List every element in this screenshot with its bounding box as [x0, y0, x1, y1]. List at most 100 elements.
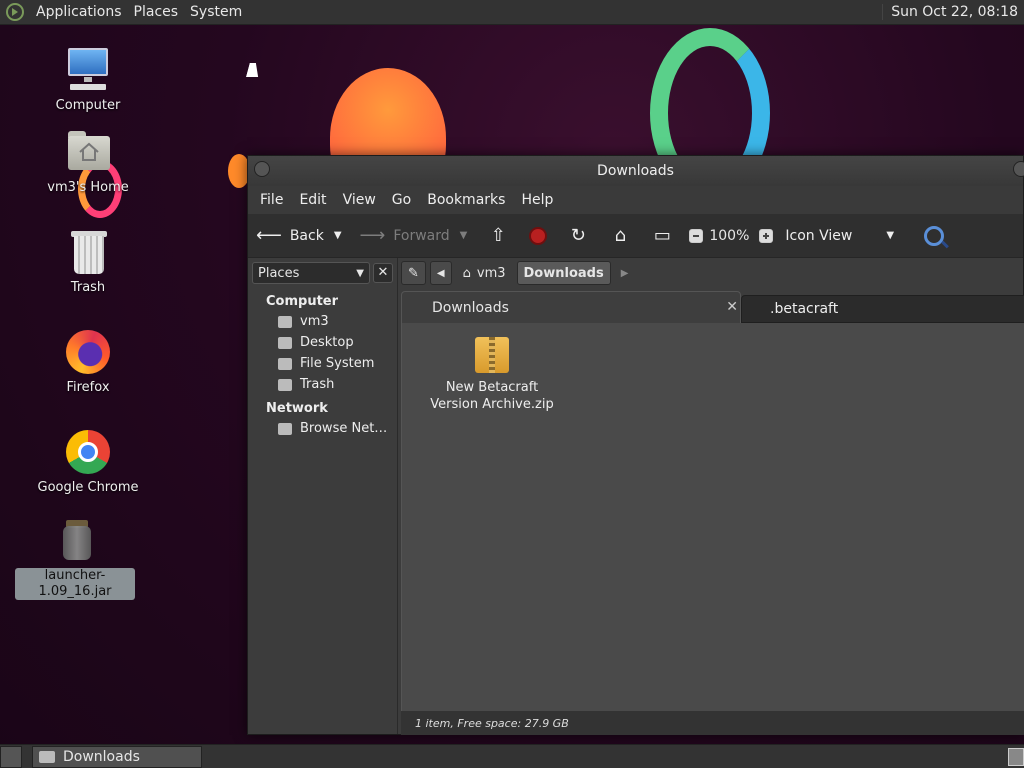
- file-manager-window: Downloads File Edit View Go Bookmarks He…: [247, 155, 1024, 735]
- desktop-icon-home[interactable]: vm3's Home: [28, 128, 148, 196]
- file-item[interactable]: New Betacraft Version Archive.zip: [422, 337, 562, 413]
- sidebar-item-label: File System: [300, 356, 375, 371]
- sidebar-header: Places ▼ ✕: [248, 258, 397, 288]
- taskbar-button-downloads[interactable]: Downloads: [32, 745, 202, 768]
- applications-menu[interactable]: Applications: [30, 0, 128, 25]
- sidebar-heading-computer: Computer: [266, 294, 339, 309]
- status-text: 1 item, Free space: 27.9 GB: [415, 716, 569, 730]
- sidebar-item-browse-network[interactable]: Browse Net…: [248, 418, 397, 439]
- menu-bookmarks[interactable]: Bookmarks: [419, 192, 513, 208]
- desktop-icon-label: Firefox: [66, 380, 110, 395]
- places-select-label: Places: [258, 265, 300, 281]
- computer-icon: [64, 46, 112, 94]
- tab-downloads[interactable]: Downloads ✕: [401, 291, 741, 323]
- sidebar-item-trash[interactable]: Trash: [248, 374, 397, 395]
- system-menu[interactable]: System: [184, 0, 248, 25]
- tab-label: .betacraft: [770, 301, 839, 317]
- jar-file-icon: [51, 516, 99, 564]
- desktop-folder-icon: [278, 336, 292, 349]
- chrome-icon: [64, 428, 112, 476]
- bottom-panel: Downloads: [0, 744, 1024, 768]
- chevron-right-icon[interactable]: ▶: [621, 268, 629, 279]
- sidebar: Places ▼ ✕ Computer vm3 Desktop File Sys…: [248, 258, 398, 734]
- drive-icon: [278, 357, 292, 370]
- file-view[interactable]: New Betacraft Version Archive.zip: [401, 323, 1024, 711]
- tab-bar: Downloads ✕ .betacraft: [401, 291, 1024, 323]
- path-scroll-left-button[interactable]: ◀: [429, 261, 452, 285]
- desktop-icon-chrome[interactable]: Google Chrome: [28, 428, 148, 496]
- places-select[interactable]: Places ▼: [252, 262, 370, 284]
- path-segment-label: vm3: [476, 265, 506, 281]
- menu-view[interactable]: View: [335, 192, 384, 208]
- folder-icon: [39, 750, 55, 763]
- sidebar-item-label: vm3: [300, 314, 329, 329]
- sidebar-item-label: Browse Net…: [300, 421, 388, 436]
- sidebar-item-label: Trash: [300, 377, 335, 392]
- zip-archive-icon: [475, 337, 509, 373]
- stop-icon[interactable]: [529, 226, 548, 245]
- edit-icon: ✎: [408, 265, 419, 281]
- home-folder-icon: [64, 128, 112, 176]
- back-button[interactable]: ⟵ Back ▼: [256, 225, 342, 246]
- reload-icon[interactable]: ↻: [567, 225, 589, 247]
- path-segment-downloads[interactable]: Downloads: [516, 261, 611, 285]
- sidebar-item-label: Desktop: [300, 335, 354, 350]
- tab-betacraft[interactable]: .betacraft: [741, 295, 1024, 323]
- path-segment-vm3[interactable]: ⌂ vm3: [456, 261, 513, 285]
- forward-history-dropdown-icon[interactable]: ▼: [460, 230, 468, 241]
- zoom-level: 100%: [709, 227, 750, 244]
- view-mode-select[interactable]: Icon View ▼: [785, 228, 894, 244]
- desktop-icon-firefox[interactable]: Firefox: [28, 328, 148, 396]
- pathbar: ✎ ◀ ⌂ vm3 Downloads ▶: [401, 260, 628, 286]
- desktop-icon-label: launcher-1.09_16.jar: [15, 568, 135, 600]
- menubar: File Edit View Go Bookmarks Help: [248, 186, 1023, 214]
- back-arrow-icon: ⟵: [256, 225, 282, 246]
- menu-file[interactable]: File: [252, 192, 291, 208]
- desktop-icon-label: vm3's Home: [47, 180, 129, 195]
- file-name: New Betacraft Version Archive.zip: [430, 380, 554, 412]
- mouse-cursor-icon: [246, 63, 262, 77]
- sidebar-item-file-system[interactable]: File System: [248, 353, 397, 374]
- mate-logo-icon[interactable]: [6, 3, 24, 21]
- close-tab-icon[interactable]: ✕: [726, 299, 738, 315]
- window-close-button[interactable]: [1013, 161, 1024, 177]
- desktop-icon-trash[interactable]: Trash: [28, 228, 148, 296]
- sidebar-close-button[interactable]: ✕: [373, 263, 393, 283]
- up-arrow-icon[interactable]: ⇧: [487, 225, 509, 247]
- chevron-down-icon: ▼: [356, 267, 364, 279]
- forward-button[interactable]: ⟶ Forward ▼: [360, 225, 468, 246]
- trash-icon: [64, 228, 112, 276]
- network-icon: [278, 422, 292, 435]
- taskbar-button-label: Downloads: [63, 748, 140, 765]
- menu-go[interactable]: Go: [384, 192, 419, 208]
- statusbar: 1 item, Free space: 27.9 GB: [401, 711, 1024, 735]
- sidebar-heading-network: Network: [266, 401, 328, 416]
- chevron-down-icon: ▼: [886, 230, 895, 241]
- zoom-out-icon[interactable]: [689, 228, 704, 243]
- back-label: Back: [289, 227, 324, 244]
- sidebar-item-vm3[interactable]: vm3: [248, 311, 397, 332]
- window-menu-button[interactable]: [254, 161, 270, 177]
- desktop-icon-launcher-jar[interactable]: launcher-1.09_16.jar: [15, 516, 135, 600]
- forward-label: Forward: [393, 227, 450, 244]
- home-icon[interactable]: ⌂: [609, 225, 631, 247]
- window-titlebar[interactable]: Downloads: [248, 156, 1024, 186]
- toggle-location-entry-button[interactable]: ✎: [401, 261, 426, 285]
- firefox-icon: [64, 328, 112, 376]
- show-desktop-icon[interactable]: [0, 745, 22, 768]
- search-icon[interactable]: [924, 225, 945, 246]
- home-folder-icon: [278, 315, 292, 328]
- view-mode-label: Icon View: [785, 227, 853, 244]
- workspace-switcher[interactable]: [1008, 747, 1024, 766]
- menu-help[interactable]: Help: [513, 192, 561, 208]
- zoom-in-icon[interactable]: [759, 228, 774, 243]
- desktop-icon-label: Computer: [55, 98, 121, 113]
- trash-icon: [278, 378, 292, 391]
- desktop-icon-computer[interactable]: Computer: [28, 46, 148, 114]
- back-history-dropdown-icon[interactable]: ▼: [334, 230, 342, 241]
- sidebar-item-desktop[interactable]: Desktop: [248, 332, 397, 353]
- places-menu[interactable]: Places: [128, 0, 185, 25]
- menu-edit[interactable]: Edit: [291, 192, 334, 208]
- clock[interactable]: Sun Oct 22, 08:18: [882, 4, 1024, 20]
- computer-icon[interactable]: ▭: [651, 225, 673, 247]
